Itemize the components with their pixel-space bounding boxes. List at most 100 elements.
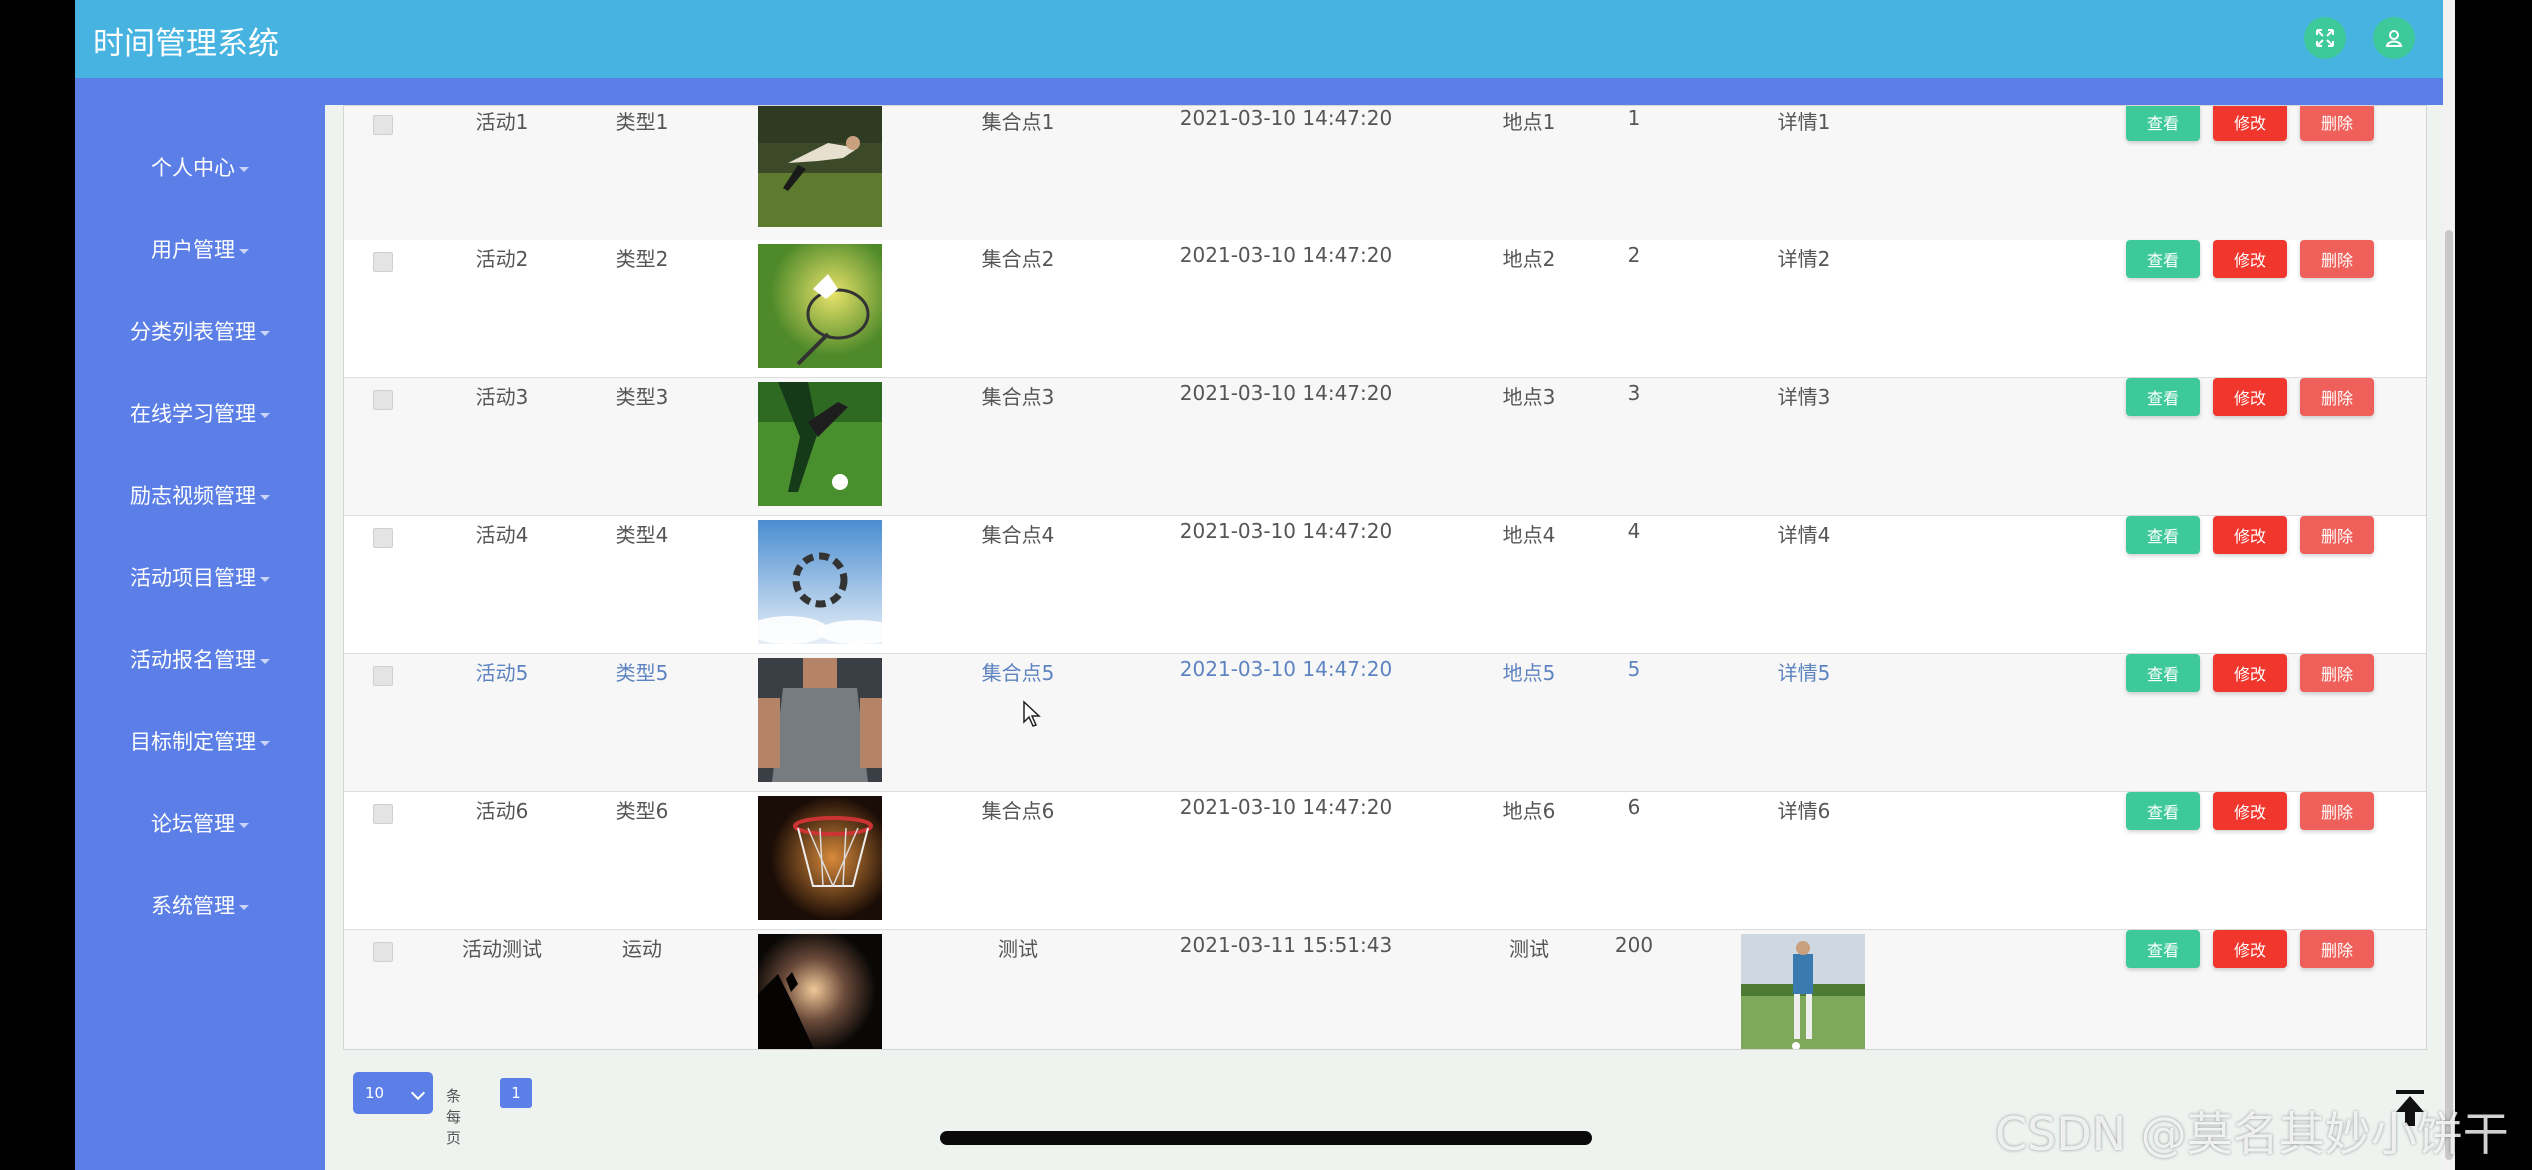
cell-time: 2021-03-10 14:47:20 (1179, 519, 1393, 543)
climbing-photo (758, 934, 882, 1049)
cell-time: 2021-03-10 14:47:20 (1179, 381, 1393, 405)
cell-name: 活动5 (475, 661, 529, 685)
cell-time: 2021-03-10 14:47:20 (1179, 243, 1393, 267)
sidebar-item-category-management[interactable]: 分类列表管理 (75, 316, 325, 346)
cell-place: 地点1 (1502, 110, 1556, 134)
delete-button[interactable]: 删除 (2300, 106, 2374, 141)
cell-image-sports (758, 106, 882, 227)
sidebar-item-label: 在线学习管理 (130, 402, 256, 426)
cell-type: 类型5 (615, 661, 669, 685)
cell-detail: 详情2 (1777, 247, 1831, 271)
view-button[interactable]: 查看 (2126, 792, 2200, 830)
delete-button[interactable]: 删除 (2300, 516, 2374, 554)
edit-button[interactable]: 修改 (2213, 378, 2287, 416)
cell-name: 活动1 (475, 110, 529, 134)
edit-button[interactable]: 修改 (2213, 240, 2287, 278)
cell-meeting-point: 集合点5 (981, 661, 1055, 685)
row-checkbox[interactable] (373, 390, 393, 410)
sidebar-item-online-learning[interactable]: 在线学习管理 (75, 398, 325, 428)
caret-down-icon (260, 412, 270, 418)
user-button[interactable] (2373, 17, 2415, 59)
edit-button[interactable]: 修改 (2213, 792, 2287, 830)
sidebar-item-label: 目标制定管理 (130, 730, 256, 754)
view-button[interactable]: 查看 (2126, 378, 2200, 416)
sidebar-item-personal-center[interactable]: 个人中心 (75, 152, 325, 182)
sidebar-item-activity-projects[interactable]: 活动项目管理 (75, 562, 325, 592)
edit-button[interactable]: 修改 (2213, 516, 2287, 554)
cell-meeting-point: 集合点1 (981, 110, 1055, 134)
cell-name: 活动6 (475, 799, 529, 823)
top-header: 时间管理系统 (75, 0, 2443, 78)
delete-button[interactable]: 删除 (2300, 654, 2374, 692)
view-button[interactable]: 查看 (2126, 516, 2200, 554)
sidebar-item-label: 论坛管理 (151, 812, 235, 836)
cell-time: 2021-03-10 14:47:20 (1179, 795, 1393, 819)
edit-button[interactable]: 修改 (2213, 930, 2287, 968)
user-icon (2385, 30, 2403, 47)
chevron-down-icon (410, 1085, 426, 1101)
sports-photo (758, 106, 882, 227)
scrollbar-thumb[interactable] (2445, 230, 2453, 1160)
basketball-hoop-photo (758, 796, 882, 920)
row-checkbox[interactable] (373, 942, 393, 962)
soccer-photo (758, 382, 882, 506)
edit-button[interactable]: 修改 (2213, 654, 2287, 692)
view-button[interactable]: 查看 (2126, 240, 2200, 278)
caret-down-icon (260, 330, 270, 336)
golf-photo (1741, 934, 1865, 1049)
cell-place: 地点2 (1502, 247, 1556, 271)
sidebar-item-goal-setting[interactable]: 目标制定管理 (75, 726, 325, 756)
page-size-select[interactable]: 10 (353, 1072, 433, 1114)
row-checkbox[interactable] (373, 115, 393, 135)
row-checkbox[interactable] (373, 528, 393, 548)
cell-place: 地点4 (1502, 523, 1556, 547)
badminton-photo (758, 244, 882, 368)
cell-count: 3 (1627, 381, 1641, 405)
cell-meeting-point: 测试 (998, 937, 1038, 961)
sidebar: 个人中心 用户管理 分类列表管理 在线学习管理 励志视频管理 活动项目管理 活动… (75, 78, 325, 1170)
row-checkbox[interactable] (373, 252, 393, 272)
cell-image-soccer (758, 382, 882, 506)
content-top-strip (325, 78, 2443, 105)
view-button[interactable]: 查看 (2126, 930, 2200, 968)
cell-count: 6 (1627, 795, 1641, 819)
sidebar-item-label: 活动报名管理 (130, 648, 256, 672)
skydiving-photo (758, 520, 882, 644)
cell-count: 5 (1627, 657, 1641, 681)
page-number-button[interactable]: 1 (500, 1078, 532, 1108)
caret-down-icon (260, 494, 270, 500)
app-window: 时间管理系统 个人中心 用户管理 分类列表管理 在线学习管理 励志视频管理 活动… (0, 0, 2532, 1170)
sidebar-item-label: 用户管理 (151, 238, 235, 262)
view-button[interactable]: 查看 (2126, 654, 2200, 692)
cell-type: 类型2 (615, 247, 669, 271)
edit-button[interactable]: 修改 (2213, 106, 2287, 141)
delete-button[interactable]: 删除 (2300, 378, 2374, 416)
per-page-label: 条每页 (446, 1087, 462, 1147)
fullscreen-button[interactable] (2304, 17, 2346, 59)
sidebar-item-activity-signup[interactable]: 活动报名管理 (75, 644, 325, 674)
table-row: 活动3 类型3 集合点3 2021-03-10 14:47:20 地点3 3 详… (344, 378, 2426, 517)
cell-detail-image (1741, 934, 1865, 1049)
caret-down-icon (239, 904, 249, 910)
sidebar-item-system[interactable]: 系统管理 (75, 890, 325, 920)
cell-type: 类型3 (615, 385, 669, 409)
fullscreen-icon (2316, 29, 2334, 47)
sidebar-item-motivation-video[interactable]: 励志视频管理 (75, 480, 325, 510)
delete-button[interactable]: 删除 (2300, 240, 2374, 278)
table-row: 活动6 类型6 集合点6 2021-03-10 14:47:20 地点6 6 详… (344, 792, 2426, 931)
delete-button[interactable]: 删除 (2300, 792, 2374, 830)
delete-button[interactable]: 删除 (2300, 930, 2374, 968)
sidebar-item-forum[interactable]: 论坛管理 (75, 808, 325, 838)
row-checkbox[interactable] (373, 666, 393, 686)
cell-detail: 详情1 (1777, 110, 1831, 134)
caret-down-icon (260, 740, 270, 746)
sidebar-item-user-management[interactable]: 用户管理 (75, 234, 325, 264)
fitness-photo (758, 658, 882, 782)
cell-meeting-point: 集合点4 (981, 523, 1055, 547)
cell-meeting-point: 集合点2 (981, 247, 1055, 271)
row-checkbox[interactable] (373, 804, 393, 824)
cell-image-fitness (758, 658, 882, 782)
table-row: 活动测试 运动 测试 2021-03-11 15:51:43 测试 200 查看… (344, 930, 2426, 1049)
cell-count: 1 (1627, 106, 1641, 130)
view-button[interactable]: 查看 (2126, 106, 2200, 141)
